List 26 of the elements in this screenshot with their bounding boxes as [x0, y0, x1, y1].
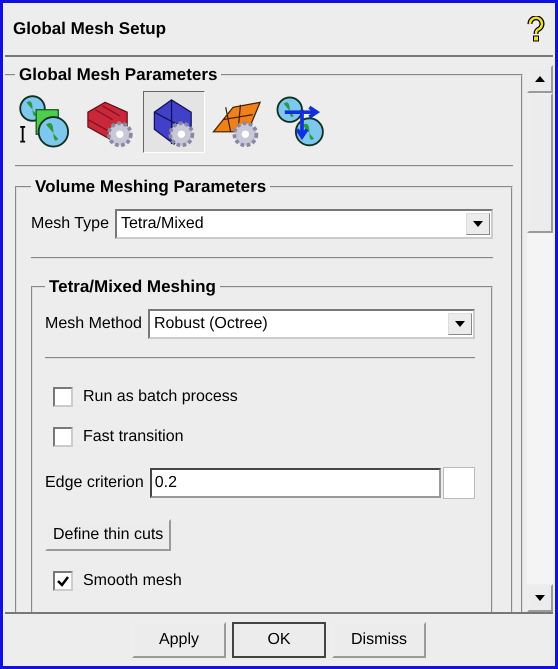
down-arrow-icon: [455, 321, 465, 327]
dialog-button[interactable]: OK: [232, 622, 326, 658]
field-label: Edge criterion: [45, 474, 144, 492]
checkbox[interactable]: Run as batch process: [45, 387, 475, 407]
checkbox[interactable]: Smooth mesh: [45, 571, 475, 591]
field-label: Mesh Type: [31, 215, 109, 233]
input-field[interactable]: 0.2: [150, 468, 441, 498]
field-side-box: [443, 467, 475, 499]
define-button[interactable]: Define thin cuts: [45, 519, 172, 551]
field-label: Mesh Method: [45, 315, 142, 333]
section-title: Volume Meshing Parameters: [34, 177, 268, 197]
dialog-button[interactable]: Apply: [132, 622, 226, 658]
toolbar-button[interactable]: [143, 91, 205, 153]
dropdown[interactable]: Tetra/Mixed: [114, 209, 493, 239]
section-title: Global Mesh Parameters: [18, 65, 218, 85]
dialog-button[interactable]: Dismiss: [332, 622, 426, 658]
section-title: Tetra/Mixed Meshing: [48, 277, 217, 297]
checkbox[interactable]: Fast transition: [45, 427, 475, 447]
up-arrow-icon: [535, 76, 545, 82]
check-icon: [57, 576, 69, 586]
scrollbar[interactable]: [527, 65, 553, 612]
dropdown[interactable]: Robust (Octree): [148, 309, 475, 339]
window-title: Global Mesh Setup: [13, 19, 166, 39]
help-icon[interactable]: [527, 16, 545, 42]
down-arrow-icon: [535, 595, 545, 601]
down-arrow-icon: [473, 221, 483, 227]
